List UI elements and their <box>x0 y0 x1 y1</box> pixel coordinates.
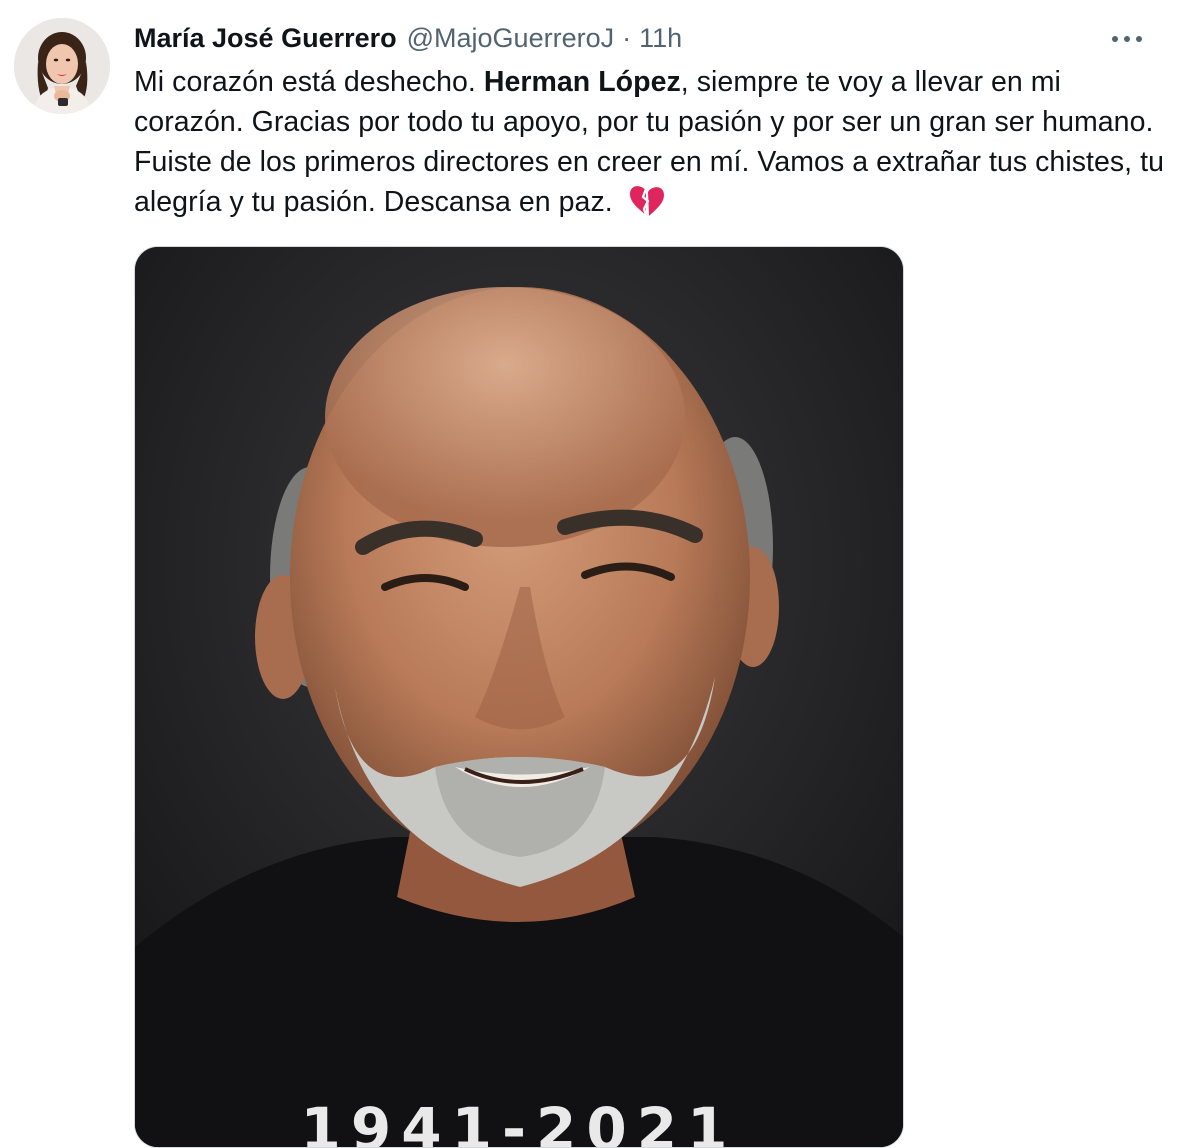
avatar-image <box>14 18 110 114</box>
author-display-name[interactable]: María José Guerrero <box>134 20 397 56</box>
tweet-photo[interactable]: 1941-2021 <box>134 246 904 1148</box>
tweet-timestamp[interactable]: 11h <box>639 20 682 56</box>
tweet-text: Mi corazón está deshecho. Herman López, … <box>134 62 1174 228</box>
tweet-text-part1: Mi corazón está deshecho. <box>134 66 484 98</box>
more-options-button[interactable] <box>1104 24 1150 54</box>
broken-heart-icon <box>627 183 665 228</box>
more-horizontal-icon <box>1112 36 1142 42</box>
tweet-header: María José Guerrero @MajoGuerreroJ · 11h <box>134 20 682 56</box>
header-separator: · <box>622 23 632 53</box>
photo-caption: 1941-2021 <box>300 1095 738 1148</box>
avatar[interactable] <box>14 18 110 114</box>
author-handle[interactable]: @MajoGuerreroJ <box>407 20 614 56</box>
mention-name: Herman López <box>483 66 681 98</box>
tweet[interactable]: María José Guerrero @MajoGuerreroJ · 11h… <box>0 0 1202 1148</box>
portrait-photo <box>135 247 903 1147</box>
